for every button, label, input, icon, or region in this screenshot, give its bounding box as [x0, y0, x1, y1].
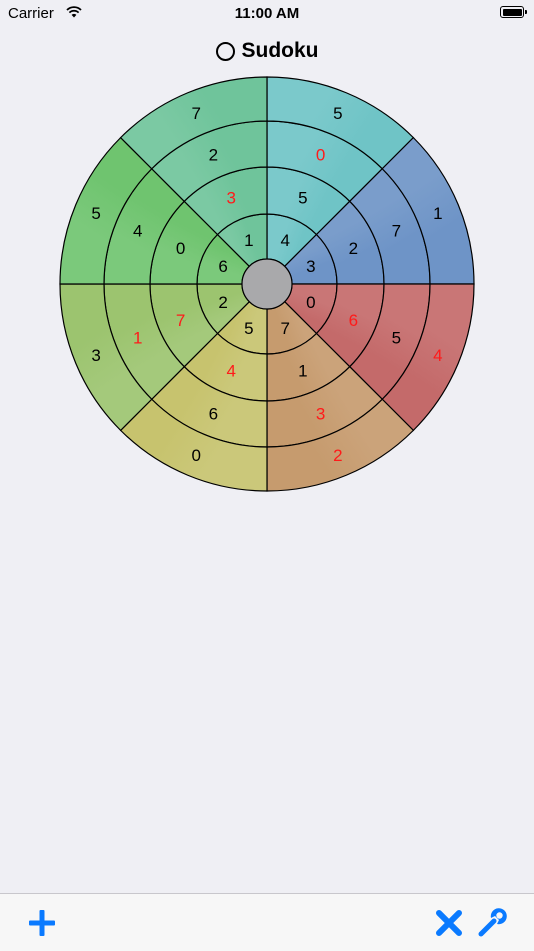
cell-digit: 5 — [333, 104, 342, 123]
bottom-toolbar — [0, 893, 534, 951]
center-hub — [241, 258, 293, 310]
wrench-icon — [478, 908, 507, 937]
cell-digit: 6 — [209, 404, 218, 423]
cell-digit: 7 — [191, 104, 200, 123]
cell-digit: 2 — [349, 239, 358, 258]
add-button[interactable] — [25, 906, 59, 940]
cell-digit: 6 — [218, 257, 227, 276]
cell-digit: 3 — [316, 404, 325, 423]
cell-digit: 0 — [306, 293, 315, 312]
settings-button[interactable] — [475, 906, 509, 940]
cell-digit: 0 — [316, 146, 325, 165]
cell-digit: 2 — [333, 446, 342, 465]
cell-digit: 1 — [133, 329, 142, 348]
cell-digit: 0 — [191, 446, 200, 465]
cell-digit: 1 — [433, 204, 442, 223]
cell-digit: 5 — [392, 329, 401, 348]
cell-digit: 7 — [392, 221, 401, 240]
cell-digit: 1 — [298, 361, 307, 380]
cell-digit: 0 — [176, 239, 185, 258]
cell-digit: 5 — [91, 204, 100, 223]
cell-digit: 6 — [349, 311, 358, 330]
clear-button[interactable] — [432, 906, 466, 940]
x-icon — [436, 910, 462, 936]
cell-digit: 2 — [218, 293, 227, 312]
circular-sudoku-board[interactable]: 45053271065471325460271360451327 — [0, 0, 534, 560]
cell-digit: 7 — [176, 311, 185, 330]
cell-digit: 4 — [133, 221, 142, 240]
plus-icon — [29, 910, 55, 936]
cell-digit: 5 — [244, 319, 253, 338]
cell-digit: 3 — [91, 346, 100, 365]
cell-digit: 4 — [433, 346, 442, 365]
cell-digit: 4 — [226, 361, 235, 380]
cell-digit: 4 — [280, 231, 289, 250]
cell-digit: 5 — [298, 189, 307, 208]
cell-digit: 2 — [209, 146, 218, 165]
cell-digit: 3 — [226, 189, 235, 208]
cell-digit: 7 — [280, 319, 289, 338]
cell-digit: 3 — [306, 257, 315, 276]
cell-digit: 1 — [244, 231, 253, 250]
